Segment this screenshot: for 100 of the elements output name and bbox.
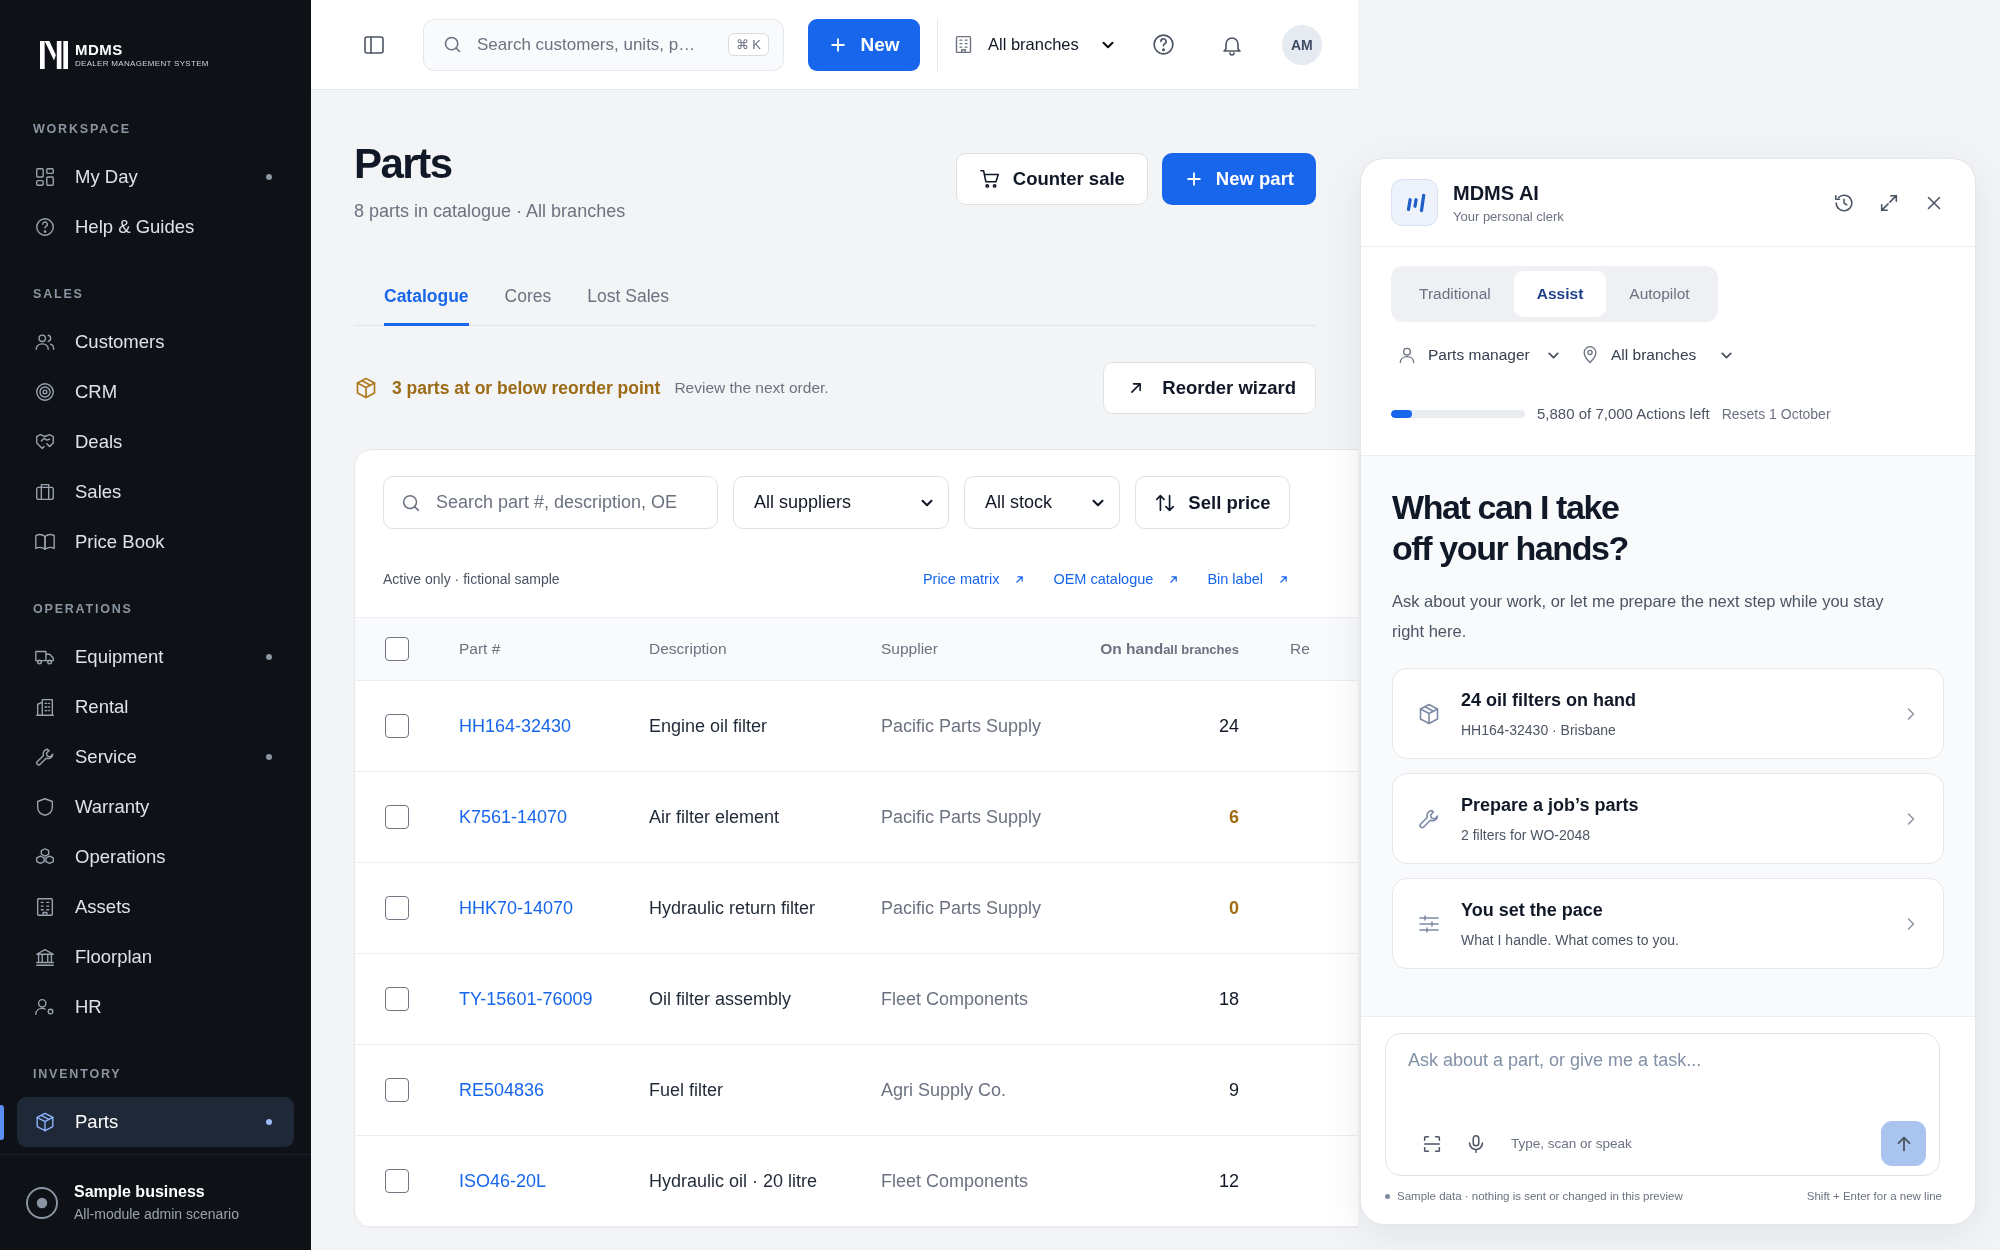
nav-item[interactable]: Assets bbox=[17, 882, 294, 932]
part-number-link[interactable]: HH164-32430 bbox=[459, 715, 572, 736]
nav-item[interactable]: Deals bbox=[17, 417, 294, 467]
row-checkbox[interactable] bbox=[385, 714, 409, 738]
mode-tab[interactable]: Assist bbox=[1513, 271, 1607, 317]
table-cell: Air filter element bbox=[649, 806, 780, 827]
table-cell: Fleet Components bbox=[881, 1170, 1029, 1191]
counter-sale-button[interactable]: Counter sale bbox=[955, 153, 1148, 205]
panel-heading: What can I take off your hands? bbox=[1392, 487, 1629, 569]
table-cell: 6 bbox=[1229, 806, 1239, 827]
nav-item[interactable]: Service bbox=[17, 732, 294, 782]
supplier-select[interactable]: All suppliers bbox=[733, 476, 949, 529]
circle-dot-icon bbox=[24, 1184, 60, 1221]
nav-item[interactable]: Operations bbox=[17, 832, 294, 882]
search-input[interactable]: Search customers, units, p… bbox=[475, 33, 716, 56]
wrench-icon bbox=[34, 746, 56, 768]
nav-item[interactable]: Rental bbox=[17, 682, 294, 732]
new-button[interactable]: New bbox=[808, 18, 920, 71]
table-cell: 24 bbox=[1218, 715, 1239, 736]
tab[interactable]: Cores bbox=[504, 267, 552, 326]
user-gear-icon bbox=[34, 996, 56, 1018]
table-cell: Hydraulic return filter bbox=[649, 897, 816, 918]
building-icon bbox=[34, 696, 56, 718]
section-label: SALES bbox=[32, 286, 85, 303]
external-link[interactable]: Bin label bbox=[1207, 571, 1290, 587]
column-header[interactable]: Description bbox=[649, 640, 727, 657]
help-icon[interactable] bbox=[1150, 32, 1176, 57]
business-subtitle: All-module admin scenario bbox=[74, 1206, 239, 1222]
search-field[interactable]: Search customers, units, p… ⌘ K bbox=[423, 18, 784, 71]
column-header[interactable]: Re bbox=[1290, 640, 1310, 657]
nav-item[interactable]: Equipment bbox=[17, 632, 294, 682]
active-indicator bbox=[0, 1105, 4, 1140]
column-header[interactable]: Part # bbox=[459, 640, 501, 657]
suggestion-card[interactable]: Prepare a job’s parts 2 filters for WO-2048 bbox=[1392, 773, 1944, 864]
nav-item[interactable]: Price Book bbox=[17, 517, 294, 567]
mode-tab[interactable]: Traditional bbox=[1396, 271, 1514, 317]
search-icon bbox=[442, 34, 463, 55]
search-field[interactable]: Search part #, description, OE bbox=[383, 476, 718, 529]
table-cell: 0 bbox=[1229, 897, 1239, 918]
sort-button[interactable]: Sell price bbox=[1135, 476, 1290, 529]
suggestion-card[interactable]: 24 oil filters on hand HH164-32430 · Brisbane bbox=[1392, 668, 1944, 759]
select-all-checkbox[interactable] bbox=[385, 637, 409, 661]
table-cell: Engine oil filter bbox=[649, 715, 768, 736]
external-link[interactable]: OEM catalogue bbox=[1053, 571, 1181, 587]
branch-picker[interactable]: All branches bbox=[953, 34, 1117, 55]
branch-select[interactable]: All branches bbox=[1580, 345, 1735, 365]
tab[interactable]: Catalogue bbox=[384, 267, 469, 326]
column-header[interactable]: Supplier bbox=[881, 640, 938, 657]
shortcut-hint: ⌘ K bbox=[727, 33, 769, 56]
nav-item[interactable]: HR bbox=[17, 982, 294, 1032]
table-cell: Fuel filter bbox=[649, 1079, 724, 1100]
intro-text: Ask about your work, or let me prepare the next step while you stay right here. bbox=[1392, 591, 1885, 642]
table-cell: 9 bbox=[1229, 1079, 1239, 1100]
footer-note: Sample data · nothing is sent or changed in this preview bbox=[1397, 1190, 1683, 1202]
nav-item[interactable]: CRM bbox=[17, 367, 294, 417]
row-checkbox[interactable] bbox=[385, 1078, 409, 1102]
brand-tagline: DEALER MANAGEMENT SYSTEM bbox=[75, 59, 209, 68]
table-cell: Hydraulic oil · 20 litre bbox=[649, 1170, 818, 1191]
cart-icon bbox=[978, 168, 1001, 190]
nav-item[interactable]: Sales bbox=[17, 467, 294, 517]
role-select[interactable]: Parts manager bbox=[1397, 345, 1562, 365]
user-avatar[interactable]: AM bbox=[1281, 24, 1322, 65]
box-icon bbox=[1417, 701, 1441, 726]
row-checkbox[interactable] bbox=[385, 1169, 409, 1193]
message-field[interactable]: Ask about a part, or give me a task... bbox=[1408, 1050, 1926, 1094]
part-number-link[interactable]: RE504836 bbox=[459, 1079, 545, 1100]
nav-item[interactable]: My Day bbox=[17, 152, 294, 202]
mode-tab[interactable]: Autopilot bbox=[1606, 271, 1713, 317]
panel-subtitle: Your personal clerk bbox=[1453, 208, 1564, 224]
grid-icon bbox=[34, 166, 56, 188]
stock-select[interactable]: All stock bbox=[964, 476, 1120, 529]
help-icon bbox=[34, 216, 56, 238]
page-title: Parts bbox=[354, 139, 453, 189]
nav-item[interactable]: Customers bbox=[17, 317, 294, 367]
page-subtitle: 8 parts in catalogue · All branches bbox=[354, 201, 626, 222]
external-link[interactable]: Price matrix bbox=[922, 571, 1027, 587]
business-name: Sample business bbox=[74, 1183, 206, 1201]
row-checkbox[interactable] bbox=[385, 805, 409, 829]
reorder-wizard-button[interactable]: Reorder wizard bbox=[1103, 362, 1316, 414]
nav-item[interactable]: Help & Guides bbox=[17, 202, 294, 252]
history-icon[interactable] bbox=[1833, 191, 1855, 214]
part-number-link[interactable]: K7561-14070 bbox=[459, 806, 568, 827]
target-icon bbox=[34, 381, 56, 403]
part-number-link[interactable]: HHK70-14070 bbox=[459, 897, 574, 918]
search-input[interactable]: Search part #, description, OE bbox=[434, 491, 703, 514]
part-number-link[interactable]: TY-15601-76009 bbox=[459, 988, 593, 1009]
tab[interactable]: Lost Sales bbox=[587, 267, 669, 326]
section-label: INVENTORY bbox=[32, 1066, 123, 1083]
composer-hint: Type, scan or speak bbox=[1511, 1136, 1632, 1151]
nav-item[interactable]: Floorplan bbox=[17, 932, 294, 982]
composer-field[interactable]: Ask about a part, or give me a task... Type, scan or speak bbox=[1385, 1033, 1940, 1176]
row-checkbox[interactable] bbox=[385, 896, 409, 920]
column-header[interactable]: On hand bbox=[1100, 640, 1164, 657]
part-number-link[interactable]: ISO46-20L bbox=[459, 1170, 547, 1191]
new-part-button[interactable]: New part bbox=[1161, 153, 1316, 205]
row-checkbox[interactable] bbox=[385, 987, 409, 1011]
nav-item[interactable]: Warranty bbox=[17, 782, 294, 832]
logo-mark bbox=[40, 40, 68, 70]
suggestion-card[interactable]: You set the pace What I handle. What comes to you. bbox=[1392, 878, 1944, 969]
people-icon bbox=[34, 331, 56, 353]
